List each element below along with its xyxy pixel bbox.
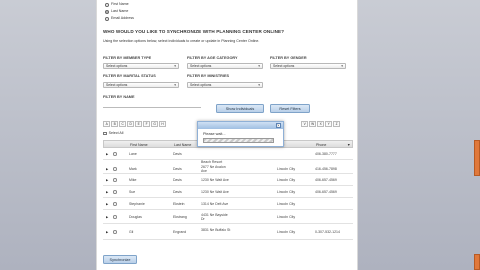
- expand-icon[interactable]: ▶: [106, 230, 108, 234]
- radio-icon[interactable]: [105, 16, 109, 21]
- letter-z[interactable]: Z: [332, 121, 341, 127]
- letter-x[interactable]: X: [316, 121, 325, 127]
- alphabet-filter-right: V W X Y Z: [301, 121, 341, 127]
- synchronize-button[interactable]: Synchronize: [103, 255, 137, 264]
- letter-h[interactable]: H: [158, 121, 167, 127]
- letter-d[interactable]: D: [126, 121, 135, 127]
- radio-icon[interactable]: [105, 9, 109, 14]
- table-row[interactable]: ▶ Gil Engrand 3831 Ne Buffalo St Lincoln…: [103, 224, 353, 240]
- expand-icon[interactable]: ▶: [106, 178, 108, 182]
- loading-text: Please wait...: [203, 132, 226, 136]
- member-type-select[interactable]: Select options ▾: [103, 63, 179, 69]
- row-select-icon[interactable]: [113, 202, 117, 206]
- option-first-name[interactable]: First Name: [105, 2, 129, 7]
- age-category-label: FILTER BY AGE CATEGORY: [187, 56, 238, 60]
- letter-b[interactable]: B: [110, 121, 119, 127]
- alphabet-filter-left: A B C D E F G H: [103, 121, 167, 127]
- row-select-icon[interactable]: [113, 178, 117, 182]
- member-type-label: FILTER BY MEMBER TYPE: [103, 56, 152, 60]
- show-individuals-button[interactable]: Show Individuals: [216, 104, 264, 113]
- age-category-select[interactable]: Select options ▾: [187, 63, 263, 69]
- letter-v[interactable]: V: [301, 121, 309, 127]
- expand-icon[interactable]: ▶: [106, 152, 108, 156]
- letter-a[interactable]: A: [103, 121, 111, 127]
- gender-label: FILTER BY GENDER: [270, 56, 307, 60]
- table-row[interactable]: ▶ Lane Davis 406-380-7777: [103, 148, 353, 160]
- expand-icon[interactable]: ▶: [106, 190, 108, 194]
- table-row[interactable]: Beach Resort ▶ Mark Davis 2677 Ne Avalon…: [103, 160, 353, 174]
- name-filter-input[interactable]: [103, 103, 201, 108]
- chevron-down-icon: ▾: [258, 64, 260, 68]
- row-select-icon[interactable]: [113, 190, 117, 194]
- chevron-down-icon: ▾: [174, 83, 176, 87]
- option-email-address[interactable]: Email Address: [105, 16, 134, 21]
- filter-icon[interactable]: ▼: [347, 143, 351, 147]
- gender-select[interactable]: Select options ▾: [270, 63, 346, 69]
- marital-status-select[interactable]: Select options ▾: [103, 82, 179, 88]
- marital-status-label: FILTER BY MARITAL STATUS: [103, 74, 156, 78]
- table-row[interactable]: ▶ Stephanie Ekstein 1314 Ne Delt Ave Lin…: [103, 198, 353, 210]
- letter-g[interactable]: G: [150, 121, 159, 127]
- sync-heading: WHO WOULD YOU LIKE TO SYNCHRONIZE WITH P…: [103, 29, 285, 34]
- expand-icon[interactable]: ▶: [106, 215, 108, 219]
- side-tab-lower[interactable]: [474, 254, 480, 270]
- progress-bar: [203, 138, 274, 143]
- letter-w[interactable]: W: [308, 121, 317, 127]
- radio-icon[interactable]: [105, 2, 109, 7]
- table-row[interactable]: ▶ Douglas Ekstrang 4431 Ne Bayside Dr Li…: [103, 210, 353, 224]
- chevron-down-icon: ▾: [341, 64, 343, 68]
- dialog-titlebar: ×: [198, 122, 283, 129]
- expand-icon[interactable]: ▶: [106, 202, 108, 206]
- partial-address: Beach Resort: [201, 160, 223, 164]
- chevron-down-icon: ▾: [258, 83, 260, 87]
- row-select-icon[interactable]: [113, 167, 117, 171]
- option-last-name[interactable]: Last Name: [105, 9, 128, 14]
- row-select-icon[interactable]: [113, 152, 117, 156]
- col-phone[interactable]: Phone: [316, 143, 326, 147]
- reset-filters-button[interactable]: Reset Filters: [270, 104, 310, 113]
- letter-y[interactable]: Y: [324, 121, 333, 127]
- chevron-down-icon: ▾: [174, 64, 176, 68]
- letter-c[interactable]: C: [118, 121, 127, 127]
- ministries-select[interactable]: Select options ▾: [187, 82, 263, 88]
- ministries-label: FILTER BY MINISTRIES: [187, 74, 230, 78]
- row-select-icon[interactable]: [113, 215, 117, 219]
- sync-subheading: Using the selection options below, selec…: [103, 39, 260, 43]
- letter-f[interactable]: F: [142, 121, 151, 127]
- close-icon[interactable]: ×: [275, 122, 281, 129]
- letter-e[interactable]: E: [134, 121, 143, 127]
- select-all[interactable]: Select All: [103, 131, 123, 136]
- checkbox-icon[interactable]: [103, 131, 107, 136]
- row-select-icon[interactable]: [113, 230, 117, 234]
- table-row[interactable]: ▶ Sue Davis 1230 Ne Wait Ave Lincoln Cit…: [103, 186, 353, 198]
- col-first-name[interactable]: First Name: [130, 143, 148, 147]
- expand-icon[interactable]: ▶: [106, 167, 108, 171]
- side-tab[interactable]: [474, 140, 480, 176]
- name-filter-label: FILTER BY NAME: [103, 95, 135, 99]
- loading-dialog: × Please wait...: [197, 121, 284, 147]
- col-last-name[interactable]: Last Name: [174, 143, 191, 147]
- table-row[interactable]: ▶ Mike Davis 1230 Ne Wait Ave Lincoln Ci…: [103, 174, 353, 186]
